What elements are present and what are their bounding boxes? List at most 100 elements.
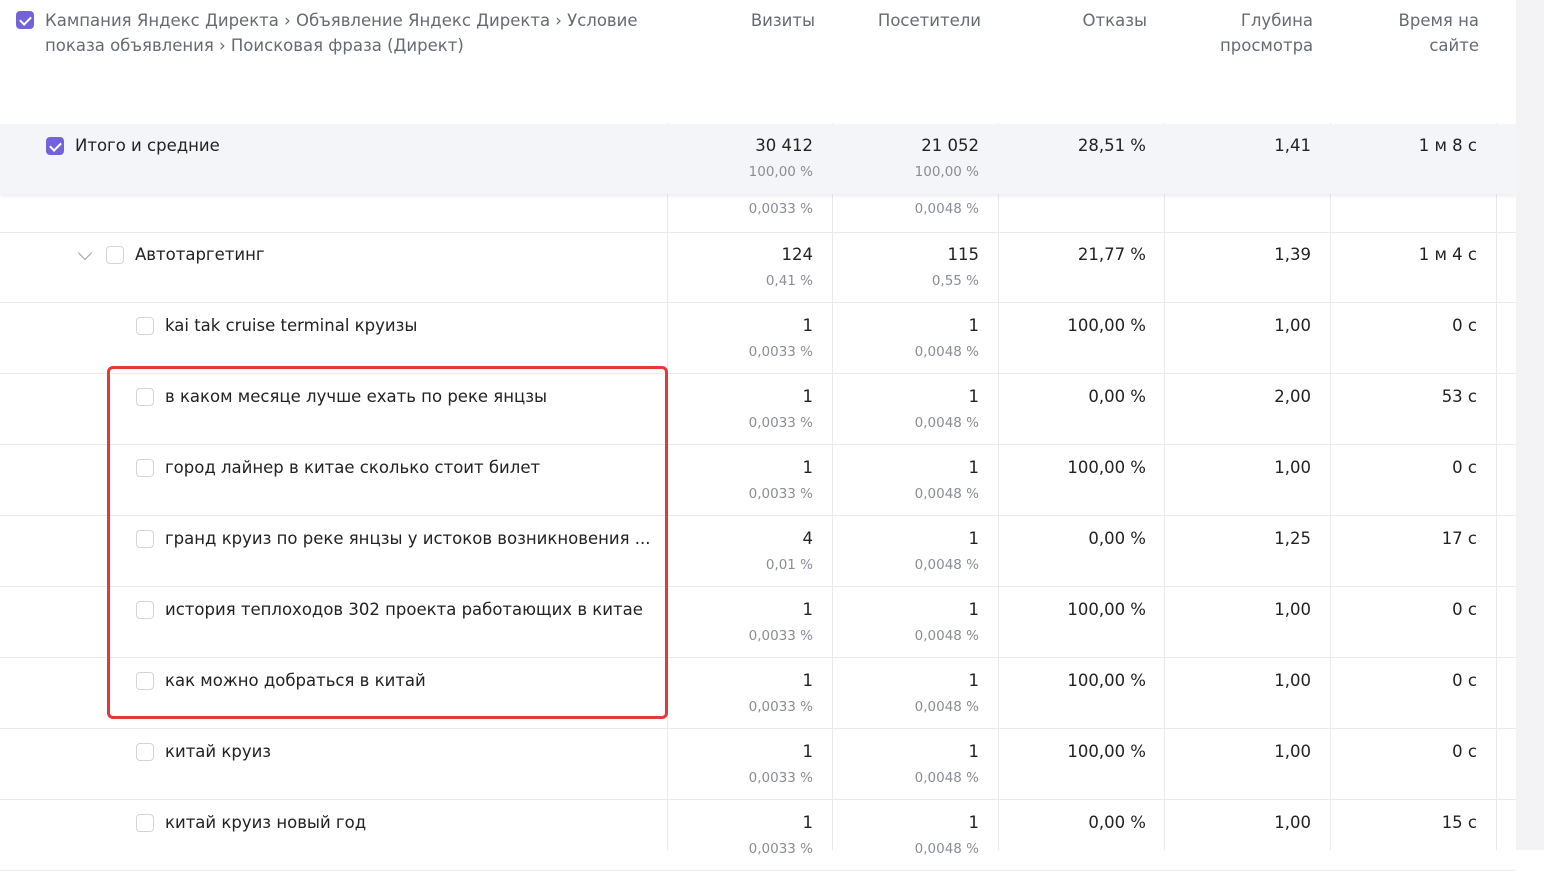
time-value: 53 с: [1441, 387, 1477, 406]
table-row[interactable]: в каком месяце лучше ехать по реке янцзы…: [0, 375, 1516, 445]
bounce-value: 100,00 %: [1067, 600, 1146, 619]
table-row-group[interactable]: Автотаргетинг 124 0,41 % 115 0,55 % 21,7…: [0, 233, 1516, 303]
depth-value: 1,41: [1274, 136, 1311, 155]
select-all-checkbox[interactable]: [16, 11, 34, 29]
time-value: 15 с: [1441, 813, 1477, 832]
visitors-value: 1: [968, 600, 980, 619]
depth-value: 2,00: [1274, 387, 1311, 406]
visitors-value: 115: [947, 245, 980, 264]
visitors-value: 1: [968, 387, 980, 406]
search-phrase: китай круиз новый год: [165, 813, 367, 832]
search-phrase: китай круиз: [165, 742, 272, 761]
bounce-value: 0,00 %: [1088, 529, 1146, 548]
time-value: 0 с: [1452, 316, 1477, 335]
totals-checkbox[interactable]: [46, 137, 64, 155]
search-phrase: kai tak cruise terminal круизы: [165, 316, 418, 335]
visits-value: 1: [802, 600, 814, 619]
visits-pct: 0,0033 %: [748, 201, 813, 217]
row-checkbox[interactable]: [136, 459, 154, 477]
table-row[interactable]: kai tak cruise terminal круизы 1 0,0033 % 1…: [0, 304, 1516, 374]
bounce-value: 21,77 %: [1077, 245, 1146, 264]
depth-value: 1,00: [1274, 600, 1311, 619]
scrollbar[interactable]: [1516, 0, 1544, 850]
search-phrase: история теплоходов 302 проекта работающи…: [165, 600, 643, 619]
visitors-value: 1: [968, 529, 980, 548]
visits-pct: 0,0033 %: [748, 699, 813, 715]
visits-value: 1: [802, 742, 814, 761]
table-row[interactable]: гранд круиз по реке янцзы у истоков возн…: [0, 517, 1516, 587]
table-row[interactable]: китай круиз новый год 1 0,0033 % 1 0,0048 % 0…: [0, 801, 1516, 871]
row-checkbox[interactable]: [136, 814, 154, 832]
bounce-value: 0,00 %: [1088, 813, 1146, 832]
visitors-pct: 100,00 %: [914, 164, 979, 180]
row-checkbox[interactable]: [136, 388, 154, 406]
visits-pct: 0,01 %: [765, 557, 813, 573]
bounce-value: 100,00 %: [1067, 458, 1146, 477]
visitors-pct: 0,55 %: [931, 273, 979, 289]
visits-value: 1: [802, 316, 814, 335]
visits-value: 1: [802, 387, 814, 406]
visitors-value: 1: [968, 813, 980, 832]
visits-pct: 100,00 %: [748, 164, 813, 180]
time-value: 0 с: [1452, 742, 1477, 761]
totals-label: Итого и средние: [75, 136, 220, 155]
visitors-pct: 0,0048 %: [914, 841, 979, 857]
depth-value: 1,25: [1274, 529, 1311, 548]
visits-pct: 0,0033 %: [748, 628, 813, 644]
depth-value: 1,00: [1274, 742, 1311, 761]
time-value: 0 с: [1452, 671, 1477, 690]
visits-value: 1: [802, 671, 814, 690]
column-header-visits[interactable]: Визиты: [668, 8, 815, 33]
row-checkbox[interactable]: [136, 317, 154, 335]
depth-value: 1,00: [1274, 671, 1311, 690]
table-header: Кампания Яндекс Директа › Объявление Янд…: [0, 0, 1516, 123]
search-phrase: гранд круиз по реке янцзы у истоков возн…: [165, 529, 651, 548]
visits-pct: 0,0033 %: [748, 770, 813, 786]
visitors-value: 1: [968, 316, 980, 335]
table-row[interactable]: китай круиз 1 0,0033 % 1 0,0048 % 100,00 % 1,0…: [0, 730, 1516, 800]
totals-row: Итого и средние 30 412 100,00 % 21 052 1…: [0, 124, 1516, 194]
time-value: 1 м 8 с: [1418, 136, 1477, 155]
search-phrase: в каком месяце лучше ехать по реке янцзы: [165, 387, 548, 406]
bounce-value: 0,00 %: [1088, 387, 1146, 406]
row-checkbox[interactable]: [136, 530, 154, 548]
bounce-value: 100,00 %: [1067, 671, 1146, 690]
visitors-value: 1: [968, 458, 980, 477]
visits-value: 30 412: [755, 136, 813, 155]
table-row[interactable]: история теплоходов 302 проекта работающи…: [0, 588, 1516, 658]
visits-pct: 0,0033 %: [748, 344, 813, 360]
row-checkbox[interactable]: [136, 672, 154, 690]
report-table: 0,0033 % 0,0048 % Автотаргетинг 124 0,41…: [0, 0, 1516, 871]
visits-value: 4: [802, 529, 814, 548]
visitors-pct: 0,0048 %: [914, 770, 979, 786]
visitors-pct: 0,0048 %: [914, 486, 979, 502]
column-header-time[interactable]: Время на сайте: [1385, 8, 1479, 58]
visits-pct: 0,0033 %: [748, 486, 813, 502]
depth-value: 1,00: [1274, 316, 1311, 335]
visitors-pct: 0,0048 %: [914, 201, 979, 217]
visitors-pct: 0,0048 %: [914, 557, 979, 573]
visits-pct: 0,41 %: [765, 273, 813, 289]
time-value: 0 с: [1452, 458, 1477, 477]
time-value: 0 с: [1452, 600, 1477, 619]
table-row[interactable]: как можно добраться в китай 1 0,0033 % 1 0,0…: [0, 659, 1516, 729]
visitors-pct: 0,0048 %: [914, 344, 979, 360]
row-checkbox[interactable]: [136, 743, 154, 761]
column-header-depth[interactable]: Глубина просмотра: [1220, 8, 1313, 58]
time-value: 17 с: [1441, 529, 1477, 548]
visitors-value: 21 052: [921, 136, 979, 155]
row-checkbox[interactable]: [136, 601, 154, 619]
dimensions-path[interactable]: Кампания Яндекс Директа › Объявление Янд…: [45, 8, 645, 58]
table-row[interactable]: город лайнер в китае сколько стоит билет…: [0, 446, 1516, 516]
search-phrase: как можно добраться в китай: [165, 671, 426, 690]
visitors-pct: 0,0048 %: [914, 415, 979, 431]
visitors-value: 1: [968, 742, 980, 761]
chevron-down-icon[interactable]: [77, 245, 93, 261]
column-header-visitors[interactable]: Посетители: [834, 8, 981, 33]
column-header-bounce[interactable]: Отказы: [1000, 8, 1147, 33]
search-phrase: город лайнер в китае сколько стоит билет: [165, 458, 541, 477]
time-value: 1 м 4 с: [1418, 245, 1477, 264]
visits-value: 1: [802, 458, 814, 477]
row-checkbox[interactable]: [106, 246, 124, 264]
visits-value: 1: [802, 813, 814, 832]
